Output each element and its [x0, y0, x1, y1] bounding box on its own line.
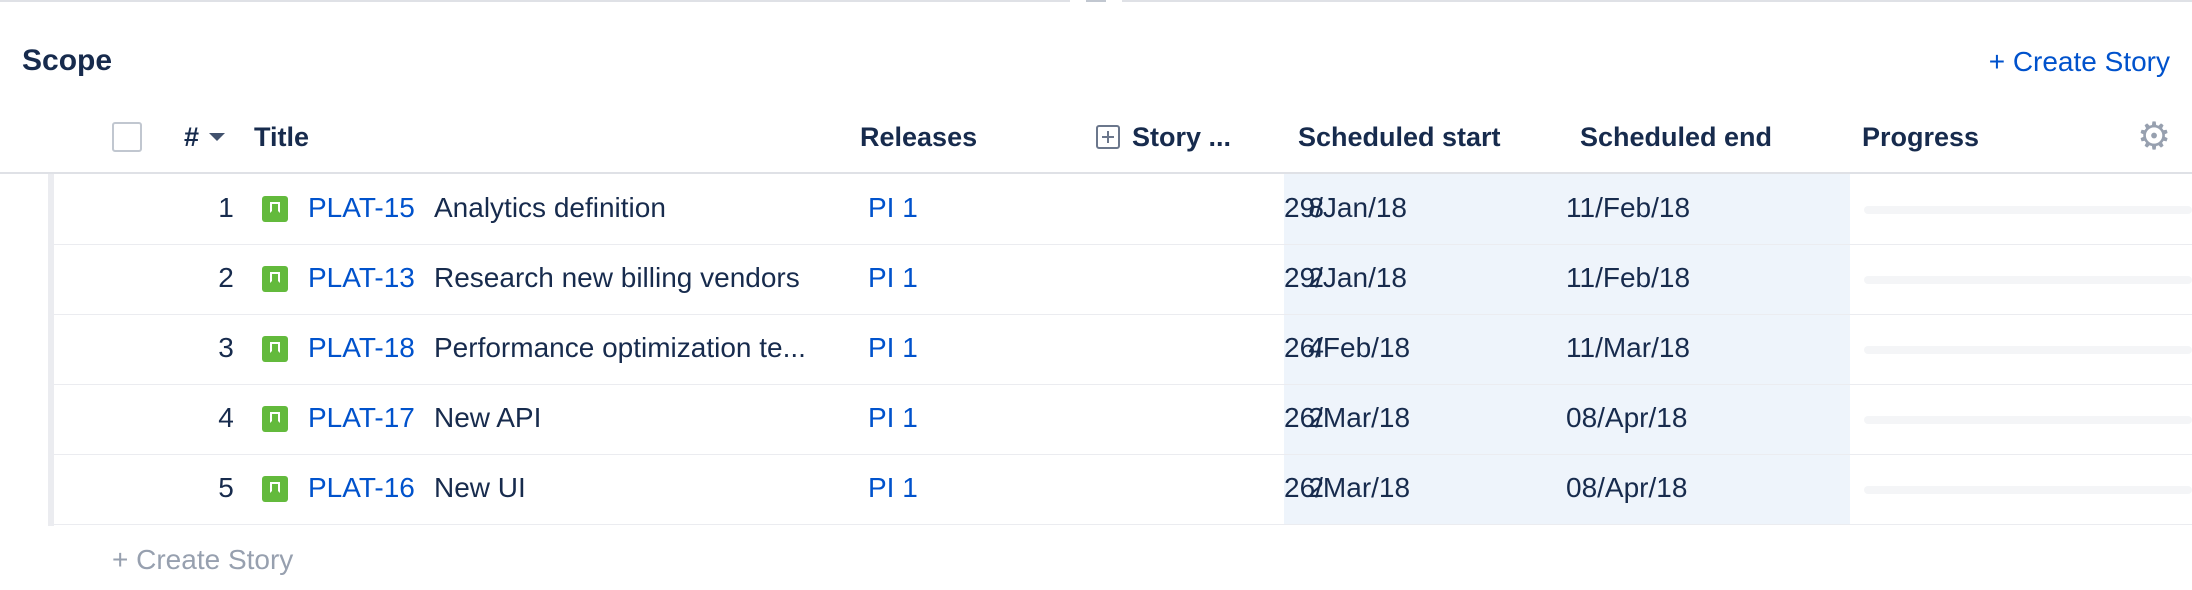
release-link[interactable]: PI 1 — [868, 472, 918, 504]
drag-handle[interactable] — [1086, 0, 1106, 2]
story-bookmark-icon — [262, 196, 288, 222]
scheduled-end[interactable]: 08/Apr/18 — [1566, 402, 1687, 434]
release-link[interactable]: PI 1 — [868, 402, 918, 434]
issue-key-link[interactable]: PLAT-16 — [308, 472, 415, 504]
column-header-scheduled-end[interactable]: Scheduled end — [1580, 122, 1772, 153]
expand-plus-icon[interactable] — [1096, 124, 1120, 149]
issue-key-link[interactable]: PLAT-17 — [308, 402, 415, 434]
table-row[interactable]: 5 PLAT-16 New UI PI 1 2 26/Mar/18 08/Apr… — [54, 454, 2192, 525]
table-row[interactable]: 1 PLAT-15 Analytics definition PI 1 8 29… — [54, 174, 2192, 245]
column-header-title[interactable]: Title — [254, 122, 309, 153]
story-bookmark-icon — [262, 476, 288, 502]
column-number-label: # — [184, 122, 200, 152]
row-number: 1 — [218, 192, 234, 223]
issue-key-link[interactable]: PLAT-15 — [308, 192, 415, 224]
release-link[interactable]: PI 1 — [868, 262, 918, 294]
issue-title[interactable]: Performance optimization te... — [434, 332, 806, 364]
caret-down-icon[interactable] — [209, 132, 226, 141]
scheduled-start[interactable]: 29/Jan/18 — [1284, 262, 1407, 294]
progress-bar — [1864, 206, 2192, 214]
section-title: Scope — [22, 44, 113, 77]
table-row[interactable]: 3 PLAT-18 Performance optimization te...… — [54, 314, 2192, 385]
scheduled-start[interactable]: 26/Feb/18 — [1284, 332, 1410, 364]
issue-title[interactable]: Analytics definition — [434, 192, 666, 224]
column-header-scheduled-start[interactable]: Scheduled start — [1298, 122, 1501, 153]
issue-title[interactable]: Research new billing vendors — [434, 262, 800, 294]
column-header-number[interactable]: # — [184, 122, 226, 153]
table-header: # Title Releases Story ... Scheduled sta… — [0, 108, 2192, 174]
column-story-points-label: Story ... — [1132, 122, 1232, 152]
story-bookmark-icon — [262, 336, 288, 362]
row-number: 2 — [218, 262, 234, 293]
release-link[interactable]: PI 1 — [868, 332, 918, 364]
table-row[interactable]: 4 PLAT-17 New API PI 1 2 26/Mar/18 08/Ap… — [54, 384, 2192, 455]
progress-bar — [1864, 346, 2192, 354]
gear-icon[interactable]: ⚙ — [2137, 118, 2171, 156]
select-all-checkbox[interactable] — [112, 122, 142, 152]
issue-key-link[interactable]: PLAT-13 — [308, 262, 415, 294]
progress-bar — [1864, 486, 2192, 494]
scheduled-start[interactable]: 26/Mar/18 — [1284, 402, 1410, 434]
progress-bar — [1864, 416, 2192, 424]
column-header-progress[interactable]: Progress — [1862, 122, 1979, 153]
scheduled-end[interactable]: 11/Feb/18 — [1566, 192, 1690, 224]
story-bookmark-icon — [262, 266, 288, 292]
issue-key-link[interactable]: PLAT-18 — [308, 332, 415, 364]
column-header-story-points[interactable]: Story ... — [1096, 122, 1231, 153]
create-story-button[interactable]: + Create Story — [1989, 46, 2170, 78]
column-header-releases[interactable]: Releases — [860, 122, 977, 153]
row-number: 4 — [218, 402, 234, 433]
row-number: 5 — [218, 472, 234, 503]
top-divider-left — [0, 0, 1070, 2]
scheduled-start[interactable]: 26/Mar/18 — [1284, 472, 1410, 504]
table-row[interactable]: 2 PLAT-13 Research new billing vendors P… — [54, 244, 2192, 315]
release-link[interactable]: PI 1 — [868, 192, 918, 224]
scheduled-end[interactable]: 11/Feb/18 — [1566, 262, 1690, 294]
create-story-inline-button[interactable]: + Create Story — [112, 544, 293, 576]
scheduled-end[interactable]: 08/Apr/18 — [1566, 472, 1687, 504]
row-number: 3 — [218, 332, 234, 363]
scheduled-end[interactable]: 11/Mar/18 — [1566, 332, 1690, 364]
progress-bar — [1864, 276, 2192, 284]
issue-title[interactable]: New API — [434, 402, 541, 434]
issue-title[interactable]: New UI — [434, 472, 526, 504]
scheduled-start[interactable]: 29/Jan/18 — [1284, 192, 1407, 224]
top-divider-right — [1122, 0, 2192, 2]
story-bookmark-icon — [262, 406, 288, 432]
